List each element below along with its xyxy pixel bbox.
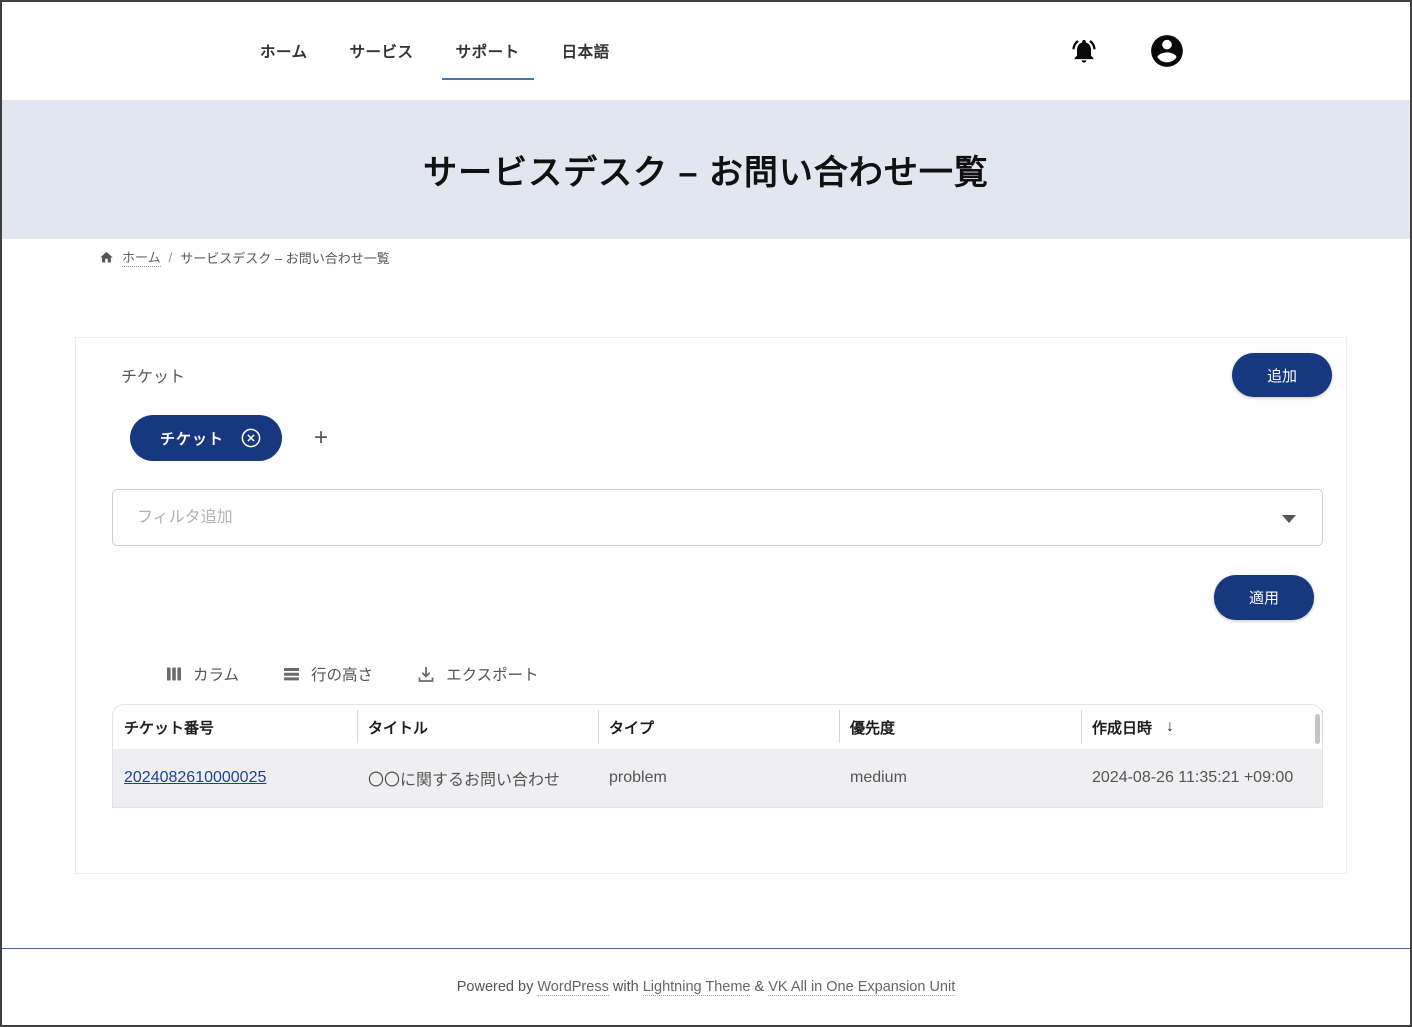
header-icons <box>1070 32 1186 70</box>
column-divider <box>1322 710 1323 743</box>
wordpress-link[interactable]: WordPress <box>537 979 608 996</box>
export-button[interactable]: エクスポート <box>417 663 539 685</box>
view-chip-ticket[interactable]: チケット <box>130 415 282 461</box>
ticket-priority-cell: medium <box>839 769 1081 787</box>
chip-close-icon[interactable] <box>240 427 262 449</box>
ticket-type-cell: problem <box>598 769 839 787</box>
table-toolbar: カラム 行の高さ エクスポート <box>166 663 1346 685</box>
table-scrollbar[interactable] <box>1315 714 1320 744</box>
column-divider <box>839 710 840 743</box>
site-header: ホーム サービス サポート 日本語 <box>2 2 1410 100</box>
col-header-title[interactable]: タイトル <box>357 717 598 738</box>
breadcrumb-current: サービスデスク – お問い合わせ一覧 <box>180 248 389 267</box>
main-nav: ホーム サービス サポート 日本語 <box>258 36 612 66</box>
chevron-down-icon[interactable] <box>1282 515 1296 523</box>
nav-item-support[interactable]: サポート <box>454 36 522 66</box>
export-download-icon <box>417 665 435 683</box>
footer-credits: Powered by WordPress with Lightning Them… <box>457 979 956 996</box>
column-divider <box>598 710 599 743</box>
notification-bell-icon[interactable] <box>1070 37 1098 65</box>
col-header-type[interactable]: タイプ <box>598 717 839 738</box>
column-divider <box>1081 710 1082 743</box>
table-row: 2024082610000025 〇〇に関するお問い合わせ problem me… <box>113 749 1322 807</box>
footer-powered-by: Powered by <box>457 979 534 996</box>
page-title: サービスデスク – お問い合わせ一覧 <box>423 145 989 194</box>
user-avatar-icon[interactable] <box>1148 32 1186 70</box>
row-height-label: 行の高さ <box>311 663 373 685</box>
tickets-table: チケット番号 タイトル タイプ 優先度 作成日時 ↓ 202 <box>112 704 1323 808</box>
vk-expansion-link[interactable]: VK All in One Expansion Unit <box>768 979 955 996</box>
page-title-band: サービスデスク – お問い合わせ一覧 <box>2 100 1410 239</box>
ticket-created-cell: 2024-08-26 11:35:21 +09:00 <box>1081 769 1322 787</box>
breadcrumb-home-link[interactable]: ホーム <box>122 247 161 267</box>
ticket-panel: チケット 追加 チケット + <box>75 337 1347 874</box>
col-header-ticket-no[interactable]: チケット番号 <box>113 717 357 738</box>
ticket-title-cell: 〇〇に関するお問い合わせ <box>357 766 598 790</box>
col-header-created[interactable]: 作成日時 ↓ <box>1081 717 1322 738</box>
main-content: チケット 追加 チケット + <box>2 275 1410 948</box>
nav-item-service[interactable]: サービス <box>348 36 416 66</box>
breadcrumb: ホーム / サービスデスク – お問い合わせ一覧 <box>2 239 1410 275</box>
service-desk-page: ホーム サービス サポート 日本語 サービスデスク – お問い合わせ一覧 <box>0 0 1412 1027</box>
ticket-number-link[interactable]: 2024082610000025 <box>124 769 266 786</box>
filter-select[interactable] <box>112 489 1323 546</box>
view-chip-label: チケット <box>160 428 224 449</box>
footer-ampersand: & <box>755 979 765 996</box>
table-header-row: チケット番号 タイトル タイプ 優先度 作成日時 ↓ <box>113 705 1322 749</box>
columns-button[interactable]: カラム <box>166 663 239 685</box>
export-label: エクスポート <box>446 663 539 685</box>
filter-input[interactable] <box>113 490 1322 545</box>
home-icon <box>99 250 114 265</box>
add-view-button[interactable]: + <box>314 424 328 452</box>
sort-desc-icon[interactable]: ↓ <box>1166 718 1174 736</box>
col-header-priority[interactable]: 優先度 <box>839 717 1081 738</box>
nav-item-home[interactable]: ホーム <box>258 36 310 66</box>
nav-item-language[interactable]: 日本語 <box>560 36 612 66</box>
column-divider <box>357 710 358 743</box>
columns-label: カラム <box>193 663 239 685</box>
site-footer: Powered by WordPress with Lightning Them… <box>2 948 1410 1025</box>
row-height-button[interactable]: 行の高さ <box>283 663 373 685</box>
apply-filter-button[interactable]: 適用 <box>1214 575 1314 620</box>
columns-icon <box>166 666 182 682</box>
footer-with: with <box>613 979 639 996</box>
add-ticket-button[interactable]: 追加 <box>1232 353 1332 397</box>
row-height-icon <box>283 666 300 682</box>
section-heading: チケット <box>121 363 185 387</box>
lightning-theme-link[interactable]: Lightning Theme <box>643 979 751 996</box>
breadcrumb-separator: / <box>169 250 173 265</box>
